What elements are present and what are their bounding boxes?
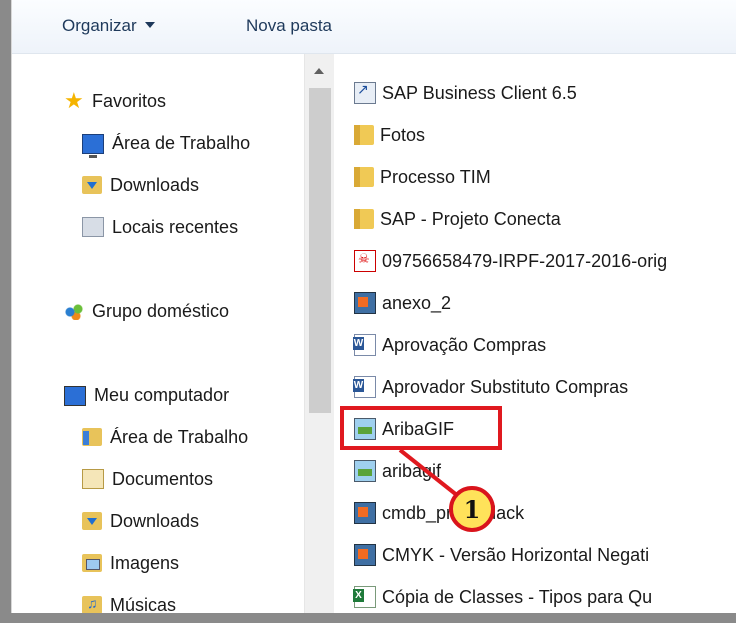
scroll-thumb[interactable] (309, 88, 331, 413)
nav-item-desktop[interactable]: Área de Trabalho (82, 128, 250, 158)
file-item[interactable]: CMYK - Versão Horizontal Negati (334, 540, 649, 570)
nav-item-label: Downloads (110, 174, 200, 195)
file-item[interactable]: Aprovador Substituto Compras (334, 372, 628, 402)
folder-icon (354, 125, 374, 145)
file-name: CMYK - Versão Horizontal Negati (382, 544, 650, 565)
pdf-icon (354, 250, 376, 272)
documents-icon (82, 469, 104, 489)
window-border (0, 0, 11, 623)
desktop-icon (82, 134, 104, 158)
file-name: SAP - Projeto Conecta (380, 208, 561, 229)
image-file-icon (354, 460, 376, 482)
file-dialog: Organizar Nova pasta ★ Favoritos Área de… (0, 0, 736, 623)
music-icon (82, 595, 102, 613)
highlight-box (340, 406, 502, 450)
file-item[interactable]: Fotos (334, 120, 425, 150)
nav-item-music[interactable]: Músicas (82, 590, 176, 613)
word-document-icon (353, 334, 376, 356)
file-item[interactable]: SAP - Projeto Conecta (334, 204, 561, 234)
image-file-icon (354, 544, 376, 566)
nav-favorites[interactable]: ★ Favoritos (64, 86, 166, 116)
nav-item-downloads[interactable]: Downloads (82, 170, 199, 200)
navigation-pane: ★ Favoritos Área de Trabalho Downloads L… (12, 54, 304, 613)
file-name: 09756658479-IRPF-2017-2016-orig (382, 250, 668, 271)
nav-computer-label: Meu computador (94, 384, 230, 405)
nav-item-label: Músicas (110, 594, 177, 614)
nav-scrollbar[interactable] (304, 54, 334, 613)
file-list: SAP Business Client 6.5 Fotos Processo T… (334, 54, 736, 613)
file-item[interactable]: Processo TIM (334, 162, 491, 192)
organize-button[interactable]: Organizar (62, 16, 155, 36)
image-file-icon (354, 292, 376, 314)
file-name: anexo_2 (382, 292, 452, 313)
homegroup-icon (64, 302, 84, 320)
nav-favorites-label: Favoritos (92, 90, 167, 111)
file-item[interactable]: anexo_2 (334, 288, 451, 318)
word-document-icon (353, 376, 376, 398)
nav-computer[interactable]: Meu computador (64, 380, 229, 410)
file-item[interactable]: Aprovação Compras (334, 330, 546, 360)
file-item[interactable]: 09756658479-IRPF-2017-2016-orig (334, 246, 667, 276)
window-border-bottom (0, 613, 736, 623)
organize-label: Organizar (62, 16, 137, 35)
file-name: aribagif (382, 460, 442, 481)
file-item[interactable]: cmdb_prod_black (334, 498, 524, 528)
folder-icon (354, 167, 374, 187)
downloads-icon (82, 176, 102, 194)
nav-item-label: Downloads (110, 510, 200, 531)
command-bar: Organizar Nova pasta (12, 0, 736, 54)
file-name: Processo TIM (380, 166, 491, 187)
nav-homegroup[interactable]: Grupo doméstico (64, 296, 229, 326)
file-item[interactable]: aribagif (334, 456, 441, 486)
nav-item-label: Área de Trabalho (112, 132, 251, 153)
star-icon: ★ (64, 88, 84, 113)
computer-icon (64, 386, 86, 406)
nav-item-label: Imagens (110, 552, 180, 573)
file-name: Aprovador Substituto Compras (382, 376, 629, 397)
file-item[interactable]: SAP Business Client 6.5 (334, 78, 577, 108)
recent-places-icon (82, 217, 104, 237)
file-item[interactable]: Cópia de Classes - Tipos para Qu (334, 582, 652, 612)
chevron-down-icon (144, 21, 155, 28)
nav-item-label: Documentos (112, 468, 214, 489)
nav-item-desktop-folder[interactable]: Área de Trabalho (82, 422, 248, 452)
folder-icon (354, 209, 374, 229)
file-name: Fotos (380, 124, 426, 145)
nav-item-pictures[interactable]: Imagens (82, 548, 179, 578)
step-number-badge: 1 (449, 486, 495, 532)
excel-document-icon (353, 586, 376, 608)
nav-item-label: Locais recentes (112, 216, 239, 237)
pictures-icon (82, 554, 102, 572)
desktop-folder-icon (82, 428, 102, 446)
downloads-icon (82, 512, 102, 530)
nav-item-recent-places[interactable]: Locais recentes (82, 212, 238, 242)
file-name: SAP Business Client 6.5 (382, 82, 577, 103)
nav-item-documents[interactable]: Documentos (82, 464, 213, 494)
nav-homegroup-label: Grupo doméstico (92, 300, 230, 321)
scroll-up-arrow-icon[interactable] (314, 68, 324, 74)
file-name: Cópia de Classes - Tipos para Qu (382, 586, 653, 607)
new-folder-button[interactable]: Nova pasta (246, 16, 332, 36)
nav-item-label: Área de Trabalho (110, 426, 249, 447)
nav-item-downloads-2[interactable]: Downloads (82, 506, 199, 536)
shortcut-icon (354, 81, 376, 104)
file-name: Aprovação Compras (382, 334, 547, 355)
image-file-icon (354, 502, 376, 524)
